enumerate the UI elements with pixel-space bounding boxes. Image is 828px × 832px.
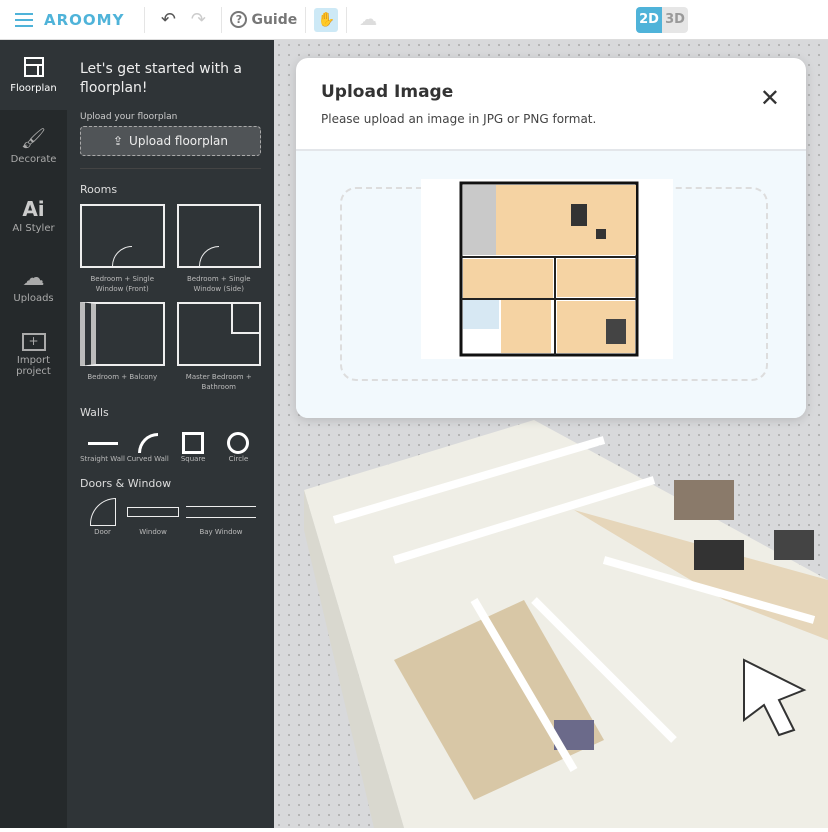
room-template[interactable]: Master Bedroom + Bathroom (176, 302, 261, 392)
rail-item-ai-styler[interactable]: Ai AI Styler (0, 180, 67, 250)
folder-plus-icon: + (21, 333, 46, 351)
close-icon[interactable]: ✕ (760, 84, 780, 112)
window-tool[interactable]: Window (125, 496, 181, 536)
doors-title: Doors & Window (80, 477, 172, 490)
rooms-title: Rooms (80, 183, 118, 196)
modal-title: Upload Image (321, 82, 454, 102)
upload-label: Upload your floorplan (80, 112, 178, 122)
floorplan-panel: Let's get started with a floorplan! Uplo… (67, 40, 274, 828)
floorplan-icon (23, 56, 44, 77)
floorplan-preview-image (421, 179, 673, 359)
square-wall-tool[interactable]: Square (171, 431, 216, 463)
side-rail: Floorplan 🖌 Decorate Ai AI Styler ☁ Uploads… (0, 40, 67, 828)
rail-item-decorate[interactable]: 🖌 Decorate (0, 110, 67, 180)
logo: AROOMY (44, 10, 125, 29)
upload-icon: ⇪ (112, 134, 124, 148)
room-template[interactable]: Bedroom + Single Window (Side) (176, 204, 261, 294)
upload-image-modal: Upload Image Please upload an image in J… (296, 58, 806, 418)
circle-wall-tool[interactable]: Circle (216, 431, 261, 463)
bay-window-tool[interactable]: Bay Window (181, 496, 261, 536)
curved-wall-tool[interactable]: Curved Wall (125, 431, 170, 463)
room-template[interactable]: Bedroom + Single Window (Front) (80, 204, 165, 294)
panel-heading: Let's get started with a floorplan! (80, 61, 242, 96)
paint-roller-icon: 🖌 (20, 125, 47, 150)
mode-3d-button[interactable]: 3D (662, 6, 688, 33)
rail-item-floorplan[interactable]: Floorplan (0, 40, 67, 110)
modal-subtitle: Please upload an image in JPG or PNG for… (321, 112, 597, 126)
help-icon: ? (230, 11, 248, 28)
room-template[interactable]: Bedroom + Balcony (80, 302, 165, 392)
door-tool[interactable]: Door (80, 496, 125, 536)
cloud-upload-icon: ☁ (22, 266, 45, 291)
cloud-save-icon: ☁ (359, 9, 378, 30)
rail-item-uploads[interactable]: ☁ Uploads (0, 250, 67, 320)
ai-icon: Ai (22, 196, 45, 221)
view-mode-toggle: 2D 3D (636, 6, 688, 33)
straight-wall-tool[interactable]: Straight Wall (80, 431, 125, 463)
redo-icon[interactable]: ↷ (183, 9, 213, 30)
hand-icon[interactable]: ✋ (314, 7, 339, 32)
menu-icon[interactable] (14, 12, 34, 27)
walls-title: Walls (80, 406, 109, 419)
mode-2d-button[interactable]: 2D (636, 6, 662, 33)
rail-item-import-project[interactable]: + Import project (0, 320, 67, 390)
undo-icon[interactable]: ↶ (153, 9, 183, 30)
upload-floorplan-button[interactable]: ⇪ Upload floorplan (80, 126, 261, 156)
guide-button[interactable]: ? Guide (230, 11, 297, 28)
top-toolbar: AROOMY ↶ ↷ ? Guide ✋ ☁ 2D 3D (0, 0, 828, 40)
